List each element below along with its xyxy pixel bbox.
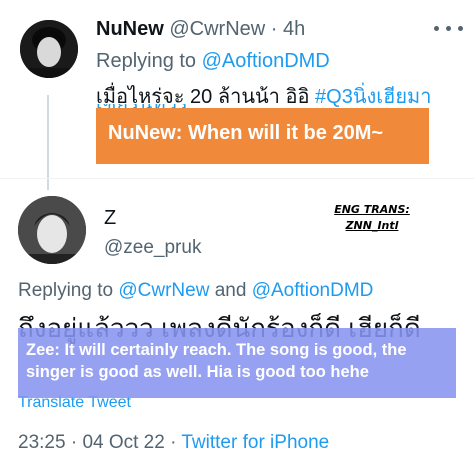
watermark-line2: ZNN_Intl <box>345 219 399 232</box>
tweet1-separator: · <box>270 18 278 40</box>
tweet2-replying-link-2[interactable]: @AoftionDMD <box>252 280 374 301</box>
tweet1-display-name[interactable]: NuNew <box>96 18 164 40</box>
tweet1-header: NuNew @CwrNew · 4h <box>96 18 305 41</box>
tweet2-time[interactable]: 23:25 <box>18 432 66 453</box>
tweet1-replying-to: Replying to @AoftionDMD <box>96 50 330 73</box>
tweet2-date[interactable]: 04 Oct 22 <box>82 432 164 453</box>
translator-watermark: ENG TRANS: ZNN_Intl <box>318 202 426 234</box>
translation-overlay-2-line2: singer is good as well. Hia is good too … <box>26 363 369 381</box>
translation-overlay-2: Zee: It will certainly reach. The song i… <box>18 328 456 398</box>
more-options-icon[interactable] <box>432 18 466 38</box>
watermark-line1: ENG TRANS: <box>334 203 410 216</box>
tweet2-source[interactable]: Twitter for iPhone <box>181 432 329 453</box>
tweet1-replying-link[interactable]: @AoftionDMD <box>202 50 330 72</box>
tweet-divider <box>0 178 474 179</box>
avatar-zee-image <box>18 196 86 264</box>
tweet2-meta: 23:25 · 04 Oct 22 · Twitter for iPhone <box>18 432 329 454</box>
tweet2-replying-link-1[interactable]: @CwrNew <box>118 280 209 301</box>
tweet2-replying-and: and <box>214 280 247 301</box>
translation-overlay-2-line1: Zee: It will certainly reach. The song i… <box>26 341 407 359</box>
tweet2-replying-to: Replying to @CwrNew and @AoftionDMD <box>18 280 373 302</box>
tweet1-time[interactable]: 4h <box>283 18 305 40</box>
thread-connector-line <box>47 95 49 190</box>
tweet2-replying-prefix: Replying to <box>18 280 114 301</box>
tweet2-meta-separator: · <box>70 432 78 453</box>
tweet2-meta-separator-2: · <box>170 432 177 453</box>
tweet2-display-name[interactable]: Z <box>104 207 116 230</box>
tweet1-replying-prefix: Replying to <box>96 50 197 72</box>
avatar-zee[interactable] <box>18 196 86 264</box>
tweet2-handle[interactable]: @zee_pruk <box>104 237 201 259</box>
avatar-nunew-image <box>20 20 78 78</box>
tweet1-handle[interactable]: @CwrNew <box>169 18 265 40</box>
avatar-nunew[interactable] <box>20 20 78 78</box>
translation-overlay-1: NuNew: When will it be 20M~ <box>96 108 429 164</box>
